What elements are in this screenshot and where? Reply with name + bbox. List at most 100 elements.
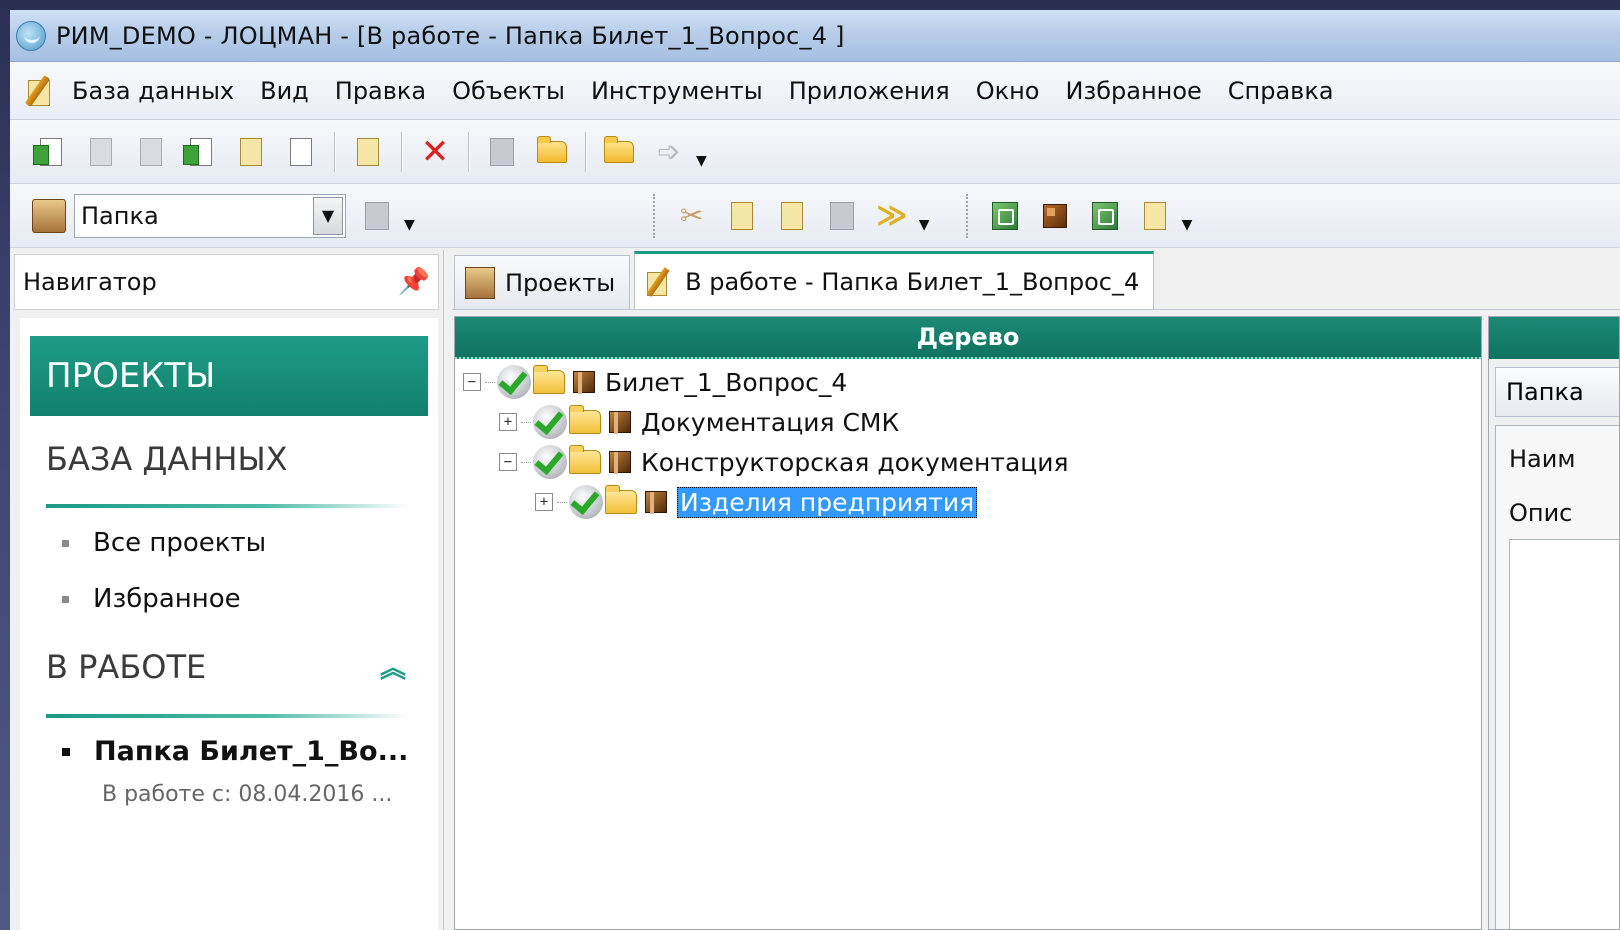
toolbar-overflow-icon[interactable]: ▼: [404, 217, 415, 233]
database-section-title: БАЗА ДАННЫХ: [46, 440, 288, 478]
menu-view[interactable]: Вид: [260, 77, 309, 105]
import-icon: [991, 201, 1018, 230]
properties-panel: Папка Наим Опис: [1488, 316, 1620, 930]
object-type-select[interactable]: Папка ▼: [74, 193, 346, 238]
new-object-button[interactable]: [32, 132, 70, 172]
folder-icon: [569, 405, 601, 434]
expand-node-icon[interactable]: +: [499, 413, 517, 431]
collapse-node-icon[interactable]: −: [463, 373, 481, 391]
refresh-button[interactable]: [1086, 196, 1124, 236]
move-object-button[interactable]: [232, 132, 270, 172]
app-logo-icon: [16, 20, 46, 51]
forward-arrow-icon: ➩: [657, 135, 681, 168]
find-button[interactable]: [823, 196, 861, 236]
nav-item-favorites[interactable]: Избранное: [62, 584, 241, 614]
link-object-button[interactable]: [182, 132, 220, 172]
expand-node-icon[interactable]: +: [535, 493, 553, 511]
edit-object-button[interactable]: [349, 132, 387, 172]
import-button[interactable]: [986, 196, 1024, 236]
menu-database[interactable]: База данных: [72, 77, 234, 105]
section-divider: [46, 504, 410, 508]
toolbar-separator: [468, 131, 469, 172]
collapse-button[interactable]: ≫: [873, 196, 911, 236]
tree-node-selected[interactable]: + Изделия предприятия: [535, 483, 978, 521]
checked-status-icon: [497, 365, 531, 399]
tree-node[interactable]: − Билет_1_Вопрос_4: [463, 363, 847, 401]
windows-button[interactable]: [1036, 196, 1074, 236]
new-document-icon: [33, 137, 62, 166]
disabled-action-button[interactable]: [483, 132, 521, 172]
copy-object-button[interactable]: [82, 132, 120, 172]
name-field-label: Наим: [1509, 445, 1576, 473]
in-work-date: В работе с: 08.04.2016 ...: [102, 782, 393, 807]
folder-icon: [533, 365, 565, 394]
menu-objects[interactable]: Объекты: [452, 77, 565, 105]
menu-help[interactable]: Справка: [1228, 77, 1334, 105]
exchange-button[interactable]: [533, 132, 571, 172]
main-toolbar: ✕ ➩ ▼: [10, 120, 1620, 184]
checked-status-icon: [569, 485, 603, 519]
checked-status-icon: [533, 405, 567, 439]
delete-button[interactable]: ✕: [416, 132, 454, 172]
tree-node-label: Конструкторская документация: [641, 447, 1069, 477]
toolbar-overflow-icon[interactable]: ▼: [919, 217, 930, 233]
copy-icon: [730, 201, 753, 230]
navigator-header: Навигатор 📌: [14, 254, 439, 310]
open-folder-button[interactable]: [600, 132, 638, 172]
navigator-panel: Навигатор 📌 ПРОЕКТЫ БАЗА ДАННЫХ Все прое…: [10, 250, 444, 930]
toolbar-grip[interactable]: [965, 193, 970, 238]
title-bar[interactable]: РИМ_DEMO - ЛОЦМАН - [В работе - Папка Би…: [10, 10, 1620, 62]
menu-window[interactable]: Окно: [976, 77, 1040, 105]
properties-header: [1489, 317, 1619, 359]
duplicate-document-icon: [140, 137, 162, 166]
tree-node[interactable]: − Конструкторская документация: [499, 443, 1069, 481]
duplicate-object-button[interactable]: [132, 132, 170, 172]
toolbar-overflow-icon[interactable]: ▼: [696, 153, 707, 169]
object-type-icon: [32, 198, 66, 233]
description-field[interactable]: [1509, 539, 1619, 929]
scissors-icon: ✂: [680, 199, 704, 232]
collapse-node-icon[interactable]: −: [499, 453, 517, 471]
toolbar-overflow-icon[interactable]: ▼: [1182, 217, 1193, 233]
main-area: Навигатор 📌 ПРОЕКТЫ БАЗА ДАННЫХ Все прое…: [10, 250, 1620, 930]
double-chevron-down-icon: ≫: [876, 198, 908, 233]
tab-projects[interactable]: Проекты: [454, 255, 631, 309]
create-by-type-button[interactable]: [358, 196, 396, 236]
edit-document-icon: [24, 74, 58, 108]
toolbar-grip[interactable]: [652, 193, 657, 238]
tree-panel: Дерево − Билет_1_Вопрос_4 + Документация…: [454, 316, 1482, 930]
menu-bar: База данных Вид Правка Объекты Инструмен…: [10, 62, 1620, 120]
chevron-down-icon[interactable]: ▼: [313, 196, 343, 235]
tree-header-label: Дерево: [916, 323, 1020, 351]
collapse-up-icon[interactable]: ︽: [380, 648, 406, 685]
navigator-title: Навигатор: [23, 268, 157, 296]
menu-applications[interactable]: Приложения: [789, 77, 950, 105]
nav-item-all-projects[interactable]: Все проекты: [62, 528, 266, 558]
tab-folder-properties[interactable]: Папка: [1495, 367, 1619, 417]
tree-node[interactable]: + Документация СМК: [499, 403, 899, 441]
delete-x-icon: ✕: [420, 131, 450, 172]
package-icon: [573, 371, 595, 394]
tab-in-work-label: В работе - Папка Билет_1_Вопрос_4: [685, 267, 1140, 296]
package-icon: [645, 491, 667, 514]
menu-edit[interactable]: Правка: [335, 77, 426, 105]
checked-status-icon: [533, 445, 567, 479]
cut-button[interactable]: ✂: [673, 196, 711, 236]
copy-button[interactable]: [723, 196, 761, 236]
tab-in-work[interactable]: В работе - Папка Билет_1_Вопрос_4: [634, 251, 1155, 309]
properties-button[interactable]: [282, 132, 320, 172]
tag-button[interactable]: [1136, 196, 1174, 236]
projects-banner[interactable]: ПРОЕКТЫ: [30, 336, 428, 416]
window-title: РИМ_DEMO - ЛОЦМАН - [В работе - Папка Би…: [56, 21, 845, 50]
in-work-item[interactable]: Папка Билет_1_Во...: [62, 736, 408, 767]
pin-icon[interactable]: 📌: [398, 267, 430, 297]
tree-connector: [521, 421, 531, 423]
edit-document-icon: [645, 266, 675, 298]
menu-favorites[interactable]: Избранное: [1065, 77, 1201, 105]
folder-icon: [569, 445, 601, 474]
edit-note-icon: [357, 137, 379, 166]
menu-tools[interactable]: Инструменты: [591, 77, 763, 105]
navigate-forward-button[interactable]: ➩: [650, 132, 688, 172]
paste-button[interactable]: [773, 196, 811, 236]
find-icon: [829, 201, 854, 230]
